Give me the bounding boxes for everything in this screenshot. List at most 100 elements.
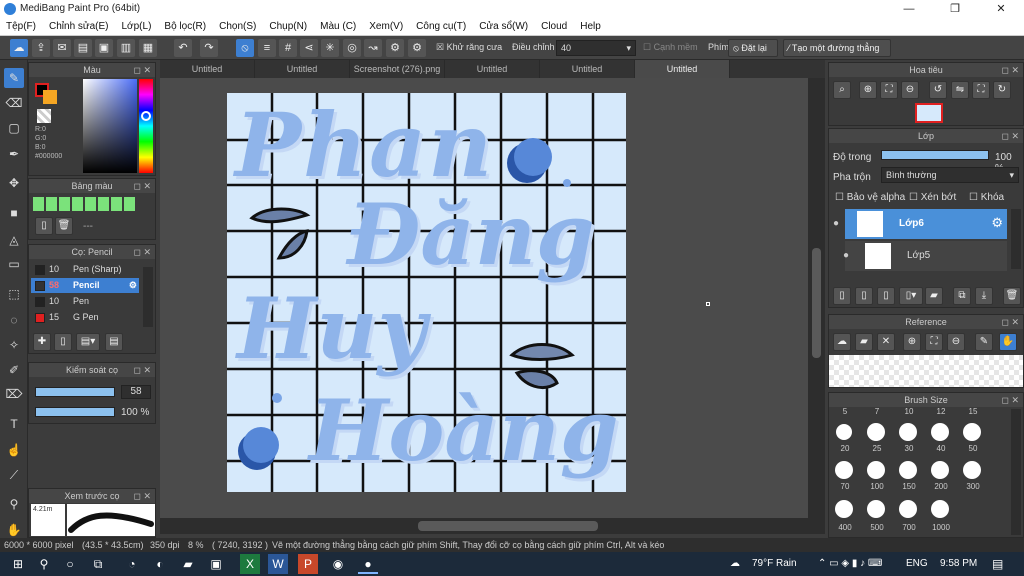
blend-select[interactable]: Bình thường ▾ — [881, 167, 1019, 183]
close-icon[interactable]: ◻ ✕ — [1001, 393, 1019, 407]
brush-dot[interactable] — [867, 500, 885, 518]
new-palette-icon[interactable]: ▯ — [35, 217, 53, 235]
tab-screenshot[interactable]: Screenshot (276).png — [350, 60, 445, 78]
eraser-tool-icon[interactable]: ⌫ — [4, 93, 24, 113]
brush-size-option[interactable]: 40 — [927, 444, 955, 453]
rect-tool-icon[interactable]: ▢ — [4, 118, 24, 138]
vertical-scrollbar[interactable] — [808, 78, 825, 518]
brush-dot[interactable] — [899, 500, 917, 518]
reference-fit-icon[interactable]: ⛶ — [925, 333, 943, 351]
brush-dot[interactable] — [931, 500, 949, 518]
tab-untitled-3[interactable]: Untitled — [445, 60, 540, 78]
minimize-button[interactable]: — — [886, 0, 932, 18]
circle-snap-icon[interactable]: ◎ — [343, 39, 361, 57]
menu-view[interactable]: Xem(V) — [363, 18, 410, 32]
grid-snap-icon[interactable]: # — [279, 39, 297, 57]
brush-size-option[interactable]: 12 — [927, 407, 955, 416]
perspective-snap-icon[interactable]: ⋖ — [300, 39, 318, 57]
antialias-checkbox[interactable]: ☒ Khử răng cưa — [436, 42, 502, 53]
saturation-value-picker[interactable] — [83, 79, 137, 173]
gear-icon[interactable]: ⚙ — [991, 215, 1003, 231]
background-color-swatch[interactable] — [43, 90, 57, 104]
horizontal-scrollbar[interactable] — [160, 518, 825, 534]
zoom-fit-icon[interactable]: ⌕ — [833, 81, 851, 99]
menu-color[interactable]: Màu (C) — [314, 18, 363, 32]
brush-size-option[interactable]: 100 — [863, 482, 891, 491]
new-layer-icon[interactable]: ▯ — [833, 287, 851, 305]
menu-select[interactable]: Chọn(S) — [213, 18, 263, 32]
select-tool-icon[interactable]: ⬚ — [4, 284, 24, 304]
folder-icon[interactable]: ▰ — [178, 554, 198, 574]
trash-icon[interactable]: 🗑 — [55, 217, 73, 235]
brush-row[interactable]: 15 G Pen — [31, 310, 139, 325]
powerpoint-icon[interactable]: P — [298, 554, 318, 574]
gear-icon[interactable]: ⚙ — [129, 278, 137, 293]
folder-icon[interactable]: ▰ — [925, 287, 943, 305]
brush-dot[interactable] — [835, 500, 853, 518]
reference-eyedropper-icon[interactable]: ✎ — [975, 333, 993, 351]
brush-dot[interactable] — [899, 461, 917, 479]
snap-off-icon[interactable]: ⦸ — [236, 39, 254, 57]
navigator-thumbnail[interactable] — [915, 103, 943, 123]
vertical-scroll-thumb[interactable] — [812, 248, 821, 358]
windows-start-icon[interactable]: ⊞ — [8, 554, 28, 574]
operation-tool-icon[interactable]: ☝ — [4, 440, 24, 460]
brush-dot[interactable] — [963, 461, 981, 479]
correction-select[interactable]: 40 ▾ — [556, 40, 636, 56]
magic-wand-icon[interactable]: ✧ — [4, 335, 24, 355]
clipping-checkbox[interactable]: ☐ Xén bớt — [909, 192, 956, 203]
brush-dot[interactable] — [867, 423, 885, 441]
brush-size-option[interactable]: 150 — [895, 482, 923, 491]
tab-untitled-1[interactable]: Untitled — [160, 60, 255, 78]
brush-size-option[interactable]: 7 — [863, 407, 891, 416]
close-icon[interactable]: ◻ ✕ — [133, 363, 151, 377]
gradient-tool-icon[interactable]: ▭ — [4, 254, 24, 274]
brush-row-selected[interactable]: 58 Pencil ⚙ — [31, 278, 139, 293]
word-icon[interactable]: W — [268, 554, 288, 574]
brush-menu-icon[interactable]: ▤▾ — [76, 333, 100, 351]
close-icon[interactable]: ◻ ✕ — [1001, 315, 1019, 329]
soft-edge-checkbox[interactable]: ☐ Cạnh mềm — [643, 42, 698, 53]
brush-size-slider[interactable] — [35, 387, 115, 397]
app-icon[interactable]: ◔ — [122, 554, 142, 574]
language-indicator[interactable]: ENG — [906, 558, 928, 569]
hue-handle[interactable] — [141, 111, 151, 121]
dot-tool-icon[interactable]: ✒ — [4, 144, 24, 164]
menu-snap[interactable]: Chụp(N) — [263, 18, 314, 32]
cloud-icon[interactable]: ☁ — [10, 39, 28, 57]
brush-size-option[interactable]: 300 — [959, 482, 987, 491]
rotate-left-icon[interactable]: ↺ — [929, 81, 947, 99]
tray-icons[interactable]: ⌃ ▭ ◈ ▮ ♪ ⌨ — [818, 558, 882, 569]
brush-dot[interactable] — [963, 423, 981, 441]
notification-icon[interactable]: ▤ — [992, 557, 1003, 571]
reference-view[interactable] — [829, 355, 1023, 387]
actual-size-icon[interactable]: ⛶ — [880, 81, 898, 99]
store-icon[interactable]: ▣ — [206, 554, 226, 574]
task-view-icon[interactable]: ⧉ — [88, 554, 108, 574]
hand-tool-icon[interactable]: ✋ — [4, 520, 24, 540]
undo-icon[interactable]: ↶ — [174, 39, 192, 57]
settings-icon[interactable]: ⚙ — [408, 39, 426, 57]
brush-scrollbar[interactable] — [143, 267, 153, 327]
brush-size-option[interactable]: 10 — [895, 407, 923, 416]
brush-row[interactable]: 10 Pen — [31, 294, 139, 309]
brush-dot[interactable] — [931, 461, 949, 479]
menu-filter[interactable]: Bộ lọc(R) — [158, 18, 213, 32]
horizontal-scroll-thumb[interactable] — [418, 521, 598, 531]
lasso-tool-icon[interactable]: ◌ — [4, 310, 24, 330]
close-button[interactable]: ✕ — [978, 0, 1024, 18]
brush-dot[interactable] — [836, 424, 852, 440]
clock-time[interactable]: 9:58 PM — [940, 558, 977, 569]
select-pen-icon[interactable]: ✐ — [4, 360, 24, 380]
panel-icon[interactable]: ▥ — [117, 39, 135, 57]
curve-snap-icon[interactable]: ↝ — [364, 39, 382, 57]
menu-help[interactable]: Help — [574, 18, 608, 32]
canvas-area[interactable]: Phan Đăng Huy Hoàng — [160, 78, 825, 518]
new-8bit-layer-icon[interactable]: ▯ — [877, 287, 895, 305]
menu-layer[interactable]: Lớp(L) — [116, 18, 159, 32]
gear-snap-icon[interactable]: ⚙ — [386, 39, 404, 57]
hue-slider[interactable] — [139, 79, 153, 173]
tab-untitled-active[interactable]: Untitled — [635, 60, 730, 78]
layer-row-selected[interactable]: Lớp6 ⚙ — [845, 209, 1007, 239]
artwork-canvas[interactable]: Phan Đăng Huy Hoàng — [227, 93, 626, 492]
